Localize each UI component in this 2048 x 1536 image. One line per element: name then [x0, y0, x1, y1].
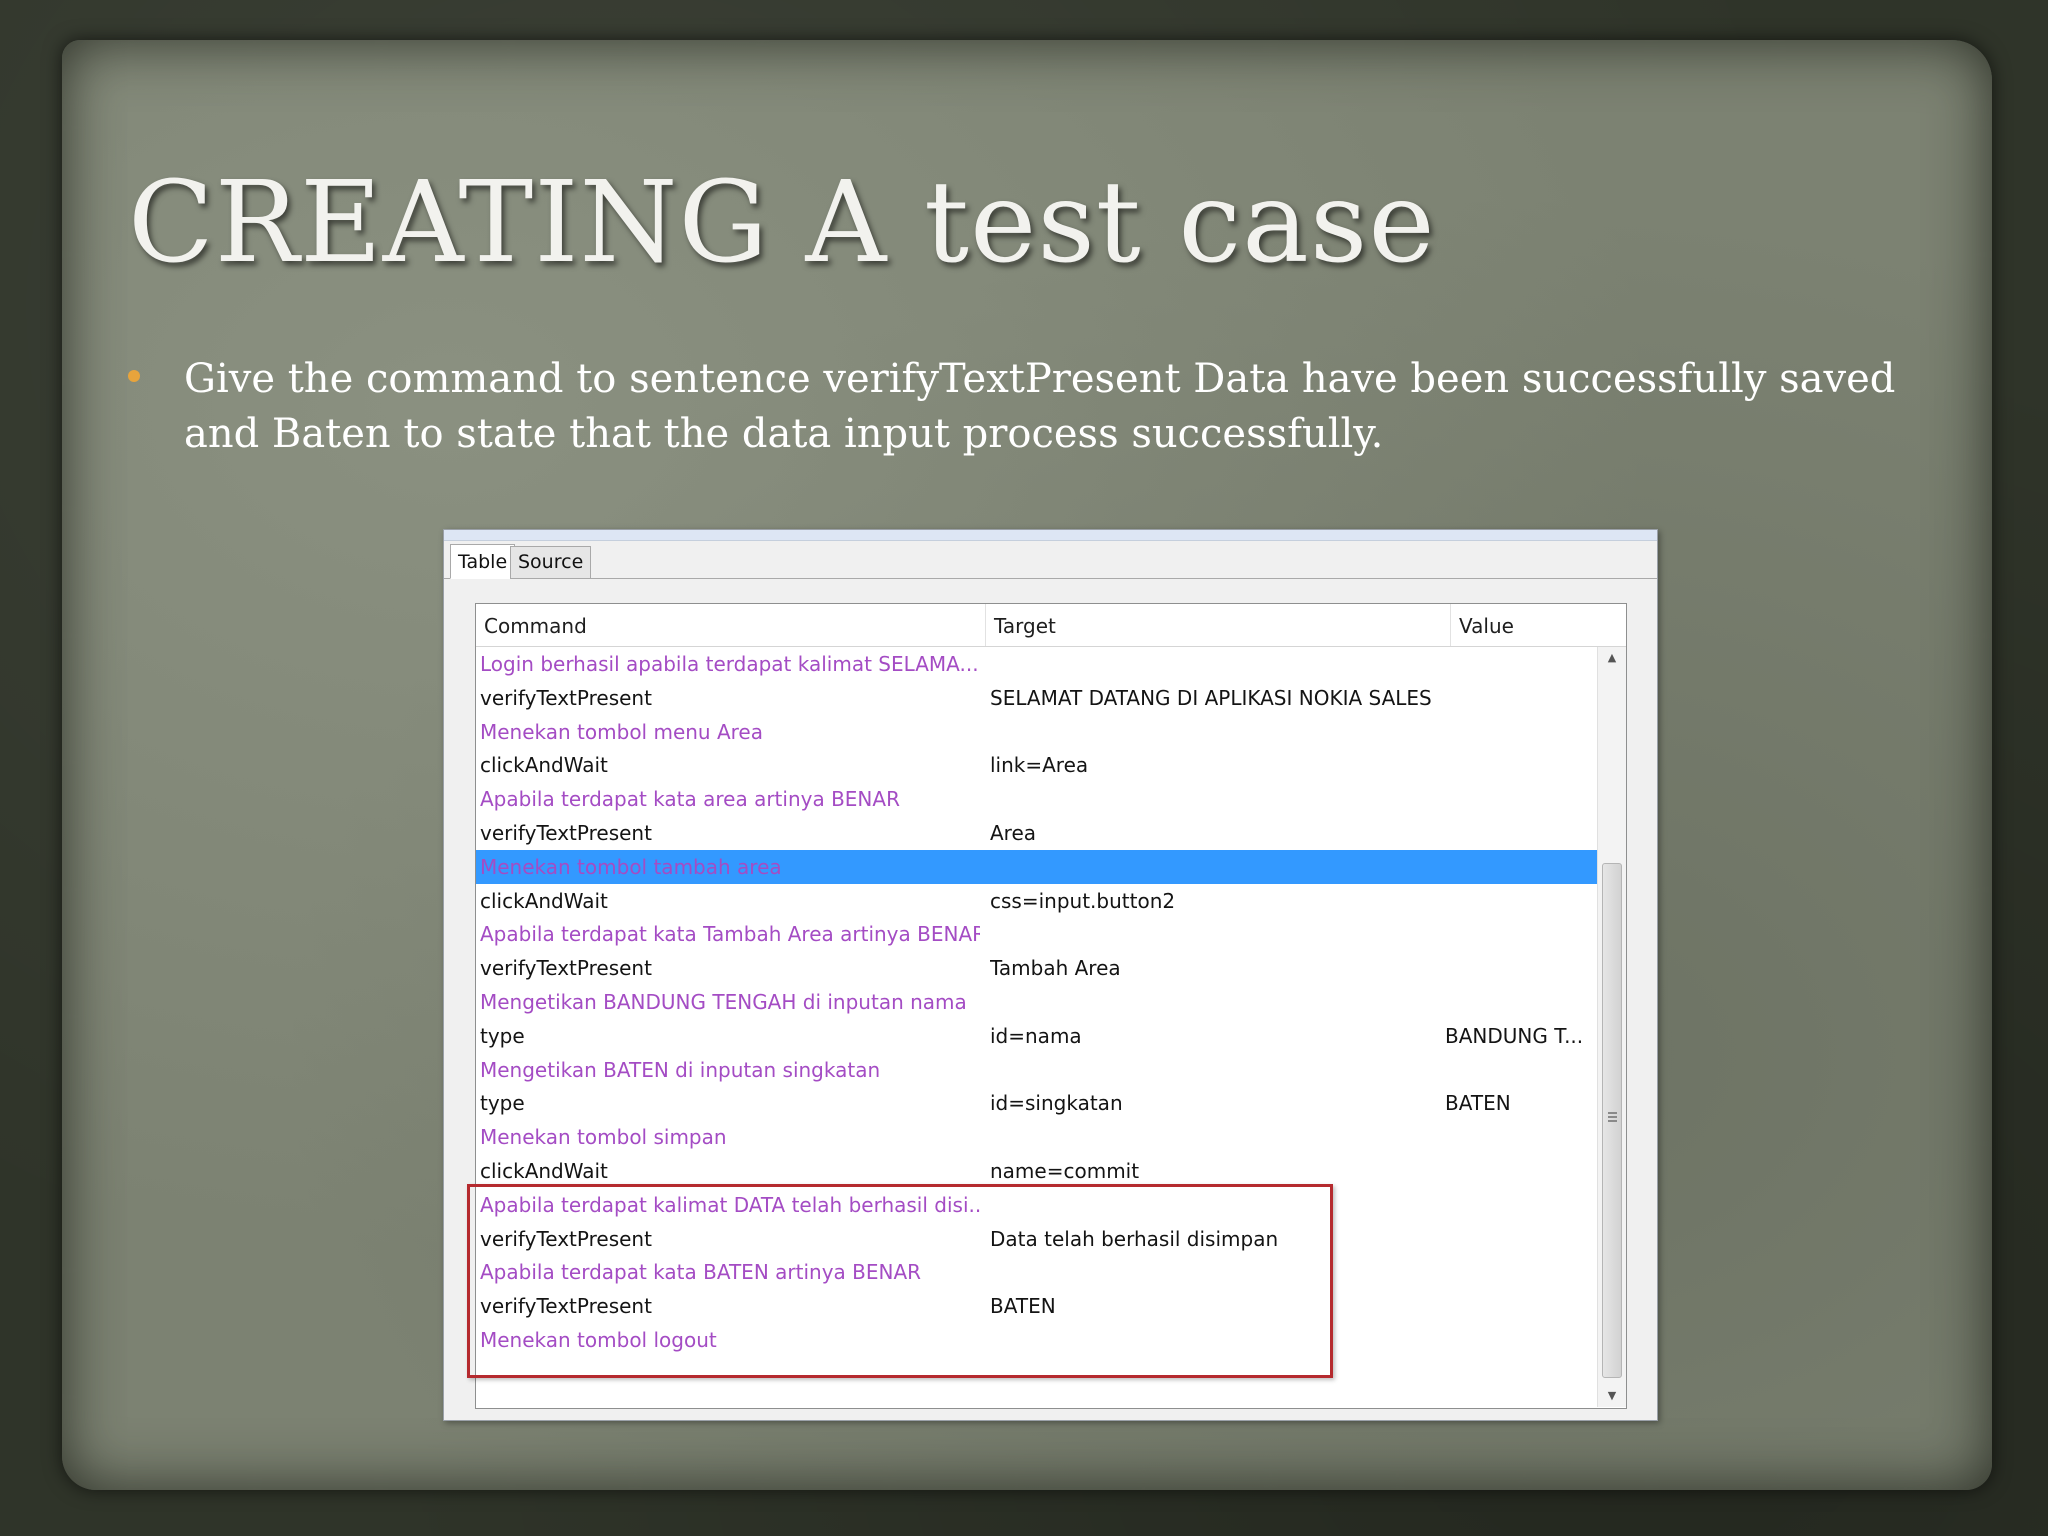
grip-icon: [1608, 1112, 1617, 1122]
table-row[interactable]: type id=singkatan BATEN: [476, 1086, 1598, 1120]
cell-target: BATEN: [990, 1294, 1056, 1319]
table-row[interactable]: verifyTextPresent Data telah berhasil dis…: [476, 1222, 1598, 1256]
slide-title: CREATING A test case: [128, 158, 1436, 288]
cell-command: Apabila terdapat kata BATEN artinya BENA…: [480, 1260, 922, 1285]
scrollbar-thumb[interactable]: [1602, 863, 1622, 1378]
table-header: Command Target Value: [476, 604, 1626, 647]
table-row[interactable]: Menekan tombol menu Area: [476, 715, 1598, 749]
bullet-dot-icon: [128, 370, 140, 382]
tab-source[interactable]: Source: [510, 546, 592, 579]
cell-command: Mengetikan BATEN di inputan singkatan: [480, 1057, 881, 1082]
table-body: Login berhasil apabila terdapat kalimat …: [476, 647, 1598, 1407]
cell-command: type: [480, 1023, 525, 1048]
cell-command: type: [480, 1091, 525, 1116]
column-header-target[interactable]: Target: [986, 604, 1451, 646]
table-row[interactable]: verifyTextPresent SELAMAT DATANG DI APLIK…: [476, 681, 1598, 715]
column-header-command[interactable]: Command: [476, 604, 986, 646]
cell-target: link=Area: [990, 753, 1089, 778]
cell-command: clickAndWait: [480, 1159, 608, 1183]
cell-command: verifyTextPresent: [480, 956, 652, 981]
table-row[interactable]: Menekan tombol logout: [476, 1323, 1598, 1357]
test-case-table: Command Target Value Login berhasil apab…: [475, 603, 1627, 1409]
table-row[interactable]: Menekan tombol simpan: [476, 1120, 1598, 1154]
cell-command: Login berhasil apabila terdapat kalimat …: [480, 652, 979, 676]
scroll-up-icon[interactable]: ▲: [1598, 647, 1626, 669]
table-row[interactable]: Apabila terdapat kalimat DATA telah berh…: [476, 1188, 1598, 1222]
cell-value: BATEN: [1445, 1091, 1511, 1116]
bullet-text: Give the command to sentence verifyTextP…: [184, 356, 1896, 457]
scroll-down-icon[interactable]: ▼: [1598, 1385, 1626, 1407]
cell-command: Apabila terdapat kata Tambah Area artiny…: [480, 922, 980, 947]
cell-target: SELAMAT DATANG DI APLIKASI NOKIA SALES: [990, 685, 1432, 710]
bullet-list: Give the command to sentence verifyTextP…: [128, 352, 1928, 462]
cell-value: BANDUNG T...: [1445, 1023, 1584, 1048]
table-row[interactable]: Apabila terdapat kata Tambah Area artiny…: [476, 917, 1598, 951]
tab-strip: Table Source: [444, 541, 1657, 579]
table-row-selected[interactable]: Menekan tombol tambah area: [476, 849, 1598, 884]
cell-command: Apabila terdapat kata area artinya BENAR: [480, 787, 900, 812]
cell-command: verifyTextPresent: [480, 821, 652, 845]
cell-target: Tambah Area: [990, 956, 1121, 981]
table-row[interactable]: Login berhasil apabila terdapat kalimat …: [476, 647, 1598, 681]
table-row[interactable]: verifyTextPresent BATEN: [476, 1289, 1598, 1323]
tab-table[interactable]: Table: [450, 544, 516, 579]
cell-command: Menekan tombol menu Area: [480, 719, 763, 744]
table-row[interactable]: Mengetikan BATEN di inputan singkatan: [476, 1053, 1598, 1087]
cell-command: Menekan tombol tambah area: [480, 854, 782, 879]
table-row[interactable]: clickAndWait link=Area: [476, 748, 1598, 782]
table-row[interactable]: Mengetikan BANDUNG TENGAH di inputan nam…: [476, 985, 1598, 1019]
cell-target: id=nama: [990, 1023, 1082, 1048]
table-row[interactable]: verifyTextPresent Area: [476, 816, 1598, 850]
selenium-ide-panel: Table Source Command Target Value Login …: [443, 529, 1658, 1421]
cell-command: verifyTextPresent: [480, 685, 652, 710]
cell-command: Menekan tombol logout: [480, 1328, 717, 1352]
cell-target: name=commit: [990, 1159, 1140, 1183]
cell-command: Mengetikan BANDUNG TENGAH di inputan nam…: [480, 990, 967, 1014]
table-row[interactable]: type id=nama BANDUNG T...: [476, 1019, 1598, 1053]
cell-command: verifyTextPresent: [480, 1226, 652, 1251]
cell-target: Area: [990, 821, 1037, 845]
cell-command: Apabila terdapat kalimat DATA telah berh…: [480, 1192, 980, 1217]
cell-command: clickAndWait: [480, 888, 608, 913]
cell-target: id=singkatan: [990, 1091, 1123, 1116]
cell-target: Data telah berhasil disimpan: [990, 1226, 1279, 1251]
column-header-value[interactable]: Value: [1451, 604, 1626, 646]
cell-command: Menekan tombol simpan: [480, 1125, 727, 1150]
table-row[interactable]: Apabila terdapat kata area artinya BENAR: [476, 782, 1598, 816]
table-row[interactable]: Apabila terdapat kata BATEN artinya BENA…: [476, 1255, 1598, 1289]
bullet-item: Give the command to sentence verifyTextP…: [128, 352, 1928, 462]
table-row[interactable]: clickAndWait css=input.button2: [476, 884, 1598, 918]
cell-target: css=input.button2: [990, 888, 1176, 913]
table-row[interactable]: clickAndWait name=commit: [476, 1154, 1598, 1188]
cell-command: verifyTextPresent: [480, 1294, 652, 1319]
vertical-scrollbar[interactable]: ▲ ▼: [1597, 647, 1626, 1407]
panel-top-edge: [444, 530, 1657, 541]
cell-command: clickAndWait: [480, 753, 608, 778]
table-row[interactable]: verifyTextPresent Tambah Area: [476, 951, 1598, 985]
